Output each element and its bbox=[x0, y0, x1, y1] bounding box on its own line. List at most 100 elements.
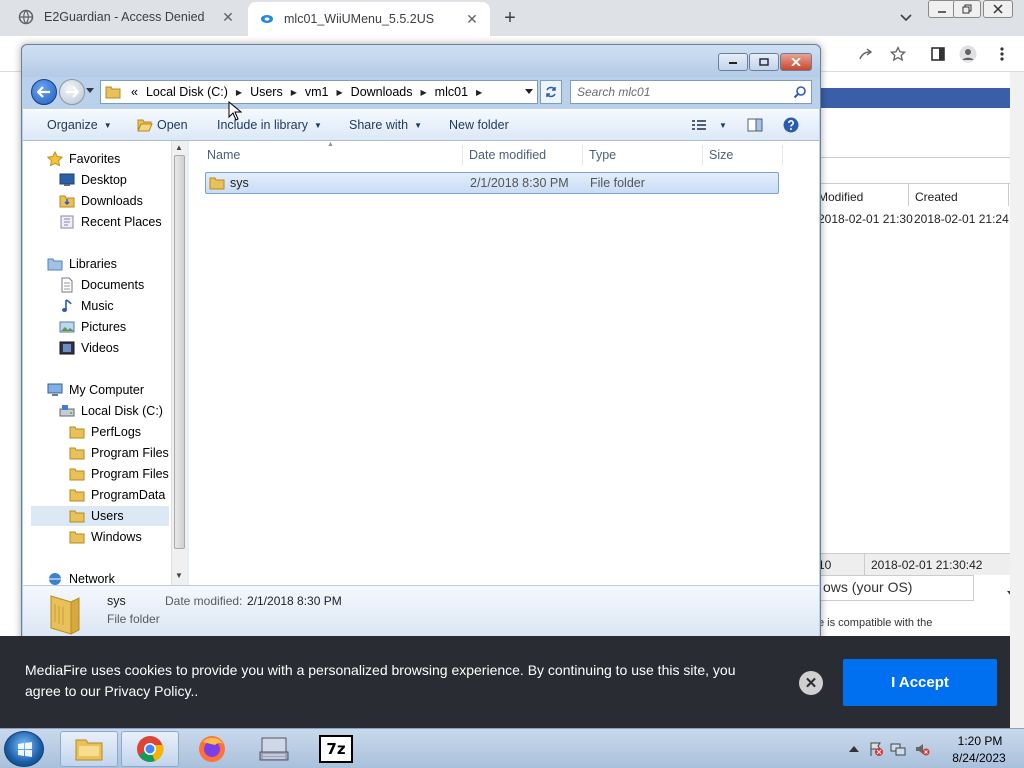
window-title-bar[interactable] bbox=[22, 45, 820, 77]
share-icon[interactable] bbox=[856, 44, 876, 64]
nav-users[interactable]: Users bbox=[31, 506, 169, 526]
7zip-icon: 7z bbox=[319, 735, 353, 763]
column-header-name[interactable]: Name bbox=[201, 145, 463, 165]
nav-recent-places[interactable]: Recent Places bbox=[59, 212, 162, 232]
page-scrollbar[interactable] bbox=[1010, 72, 1024, 732]
tab-mlc01[interactable]: mlc01_WiiUMenu_5.5.2US ✕ bbox=[248, 2, 490, 36]
help-button[interactable] bbox=[783, 117, 799, 133]
nav-documents[interactable]: Documents bbox=[59, 275, 144, 295]
taskbar-7zip[interactable]: 7z bbox=[307, 731, 365, 767]
profile-avatar-icon[interactable] bbox=[958, 44, 978, 64]
nav-label: Downloads bbox=[81, 194, 143, 208]
new-folder-button[interactable]: New folder bbox=[449, 118, 509, 132]
column-header-type[interactable]: Type bbox=[583, 145, 703, 165]
recent-pages-chevron-icon[interactable] bbox=[86, 87, 96, 97]
share-with-button[interactable]: Share with ▼ bbox=[349, 118, 422, 132]
start-button[interactable] bbox=[4, 731, 44, 767]
chevron-right-icon[interactable]: ▶ bbox=[472, 88, 486, 97]
refresh-button[interactable] bbox=[540, 80, 562, 104]
side-panel-icon[interactable] bbox=[928, 44, 948, 64]
minimize-button[interactable] bbox=[718, 53, 748, 71]
kebab-menu-icon[interactable] bbox=[992, 44, 1012, 64]
breadcrumb-vm1[interactable]: vm1 bbox=[301, 85, 333, 99]
chevron-right-icon[interactable]: ▶ bbox=[232, 88, 246, 97]
clock-time[interactable]: 1:20 PM bbox=[950, 734, 1010, 748]
breadcrumb-overflow[interactable]: « bbox=[127, 85, 142, 99]
nav-label: Desktop bbox=[81, 173, 127, 187]
nav-pictures[interactable]: Pictures bbox=[59, 317, 126, 337]
nav-music[interactable]: Music bbox=[59, 296, 114, 316]
bookmark-star-icon[interactable] bbox=[888, 44, 908, 64]
taskbar-firefox[interactable] bbox=[183, 731, 241, 767]
back-button[interactable] bbox=[31, 79, 57, 105]
nav-scrollbar[interactable]: ▲ ▼ bbox=[171, 141, 187, 585]
close-window-button[interactable] bbox=[983, 0, 1013, 18]
nav-windows[interactable]: Windows bbox=[69, 527, 142, 547]
pictures-icon bbox=[59, 319, 75, 335]
tab-e2guardian[interactable]: E2Guardian - Access Denied ✕ bbox=[8, 0, 246, 34]
network-icon bbox=[47, 571, 63, 585]
breadcrumb-mlc01[interactable]: mlc01 bbox=[431, 85, 472, 99]
taskbar-keyboard[interactable] bbox=[245, 731, 303, 767]
scroll-up-arrow-icon[interactable]: ▲ bbox=[175, 143, 183, 152]
folder-open-icon bbox=[137, 119, 153, 132]
taskbar-explorer[interactable] bbox=[60, 731, 118, 767]
restore-window-button[interactable] bbox=[953, 0, 981, 18]
open-button[interactable]: Open bbox=[137, 118, 188, 132]
cookie-close-button[interactable]: ✕ bbox=[799, 671, 823, 695]
accept-cookies-button[interactable]: I Accept bbox=[843, 659, 997, 706]
chevron-right-icon[interactable]: ▶ bbox=[417, 88, 431, 97]
dropdown-arrow-icon[interactable]: ▼ bbox=[719, 121, 727, 130]
column-header-date-modified[interactable]: Date modified bbox=[463, 145, 583, 165]
scroll-down-arrow-icon[interactable]: ▼ bbox=[175, 571, 183, 580]
scroll-thumb[interactable] bbox=[174, 155, 185, 549]
volume-muted-icon[interactable] bbox=[914, 741, 930, 757]
close-icon[interactable]: ✕ bbox=[220, 9, 236, 25]
minimize-window-button[interactable] bbox=[928, 0, 956, 18]
search-icon[interactable] bbox=[793, 85, 807, 99]
nav-downloads[interactable]: Downloads bbox=[59, 191, 143, 211]
close-button[interactable] bbox=[780, 53, 812, 71]
show-hidden-icons-icon[interactable] bbox=[846, 741, 862, 757]
nav-desktop[interactable]: Desktop bbox=[59, 170, 127, 190]
nav-favorites[interactable]: Favorites bbox=[47, 149, 120, 169]
address-bar[interactable]: « Local Disk (C:) ▶ Users ▶ vm1 ▶ Downlo… bbox=[100, 80, 538, 104]
close-icon[interactable]: ✕ bbox=[464, 11, 480, 27]
nav-videos[interactable]: Videos bbox=[59, 338, 119, 358]
address-history-dropdown-icon[interactable] bbox=[525, 87, 533, 96]
forward-button[interactable] bbox=[59, 79, 85, 105]
breadcrumb-local-disk[interactable]: Local Disk (C:) bbox=[142, 85, 232, 99]
file-row-sys[interactable]: sys 2/1/2018 8:30 PM File folder bbox=[205, 172, 779, 194]
clock-date[interactable]: 8/24/2023 bbox=[944, 751, 1014, 765]
nav-local-disk[interactable]: Local Disk (C:) bbox=[59, 401, 163, 421]
search-input[interactable]: Search mlc01 bbox=[570, 80, 812, 104]
action-center-flag-icon[interactable] bbox=[868, 741, 884, 757]
chevron-down-icon[interactable] bbox=[896, 8, 916, 28]
file-date: 2/1/2018 8:30 PM bbox=[470, 176, 569, 190]
column-header-size[interactable]: Size bbox=[703, 145, 783, 165]
organize-button[interactable]: Organize ▼ bbox=[47, 118, 112, 132]
os-select[interactable]: ows (your OS) bbox=[818, 575, 1017, 601]
nav-my-computer[interactable]: My Computer bbox=[47, 380, 144, 400]
nav-program-files[interactable]: Program Files bbox=[69, 443, 169, 463]
cookie-message: MediaFire uses cookies to provide you wi… bbox=[25, 662, 736, 699]
nav-perflogs[interactable]: PerfLogs bbox=[69, 422, 141, 442]
mouse-pointer-icon bbox=[228, 101, 242, 121]
address-row: « Local Disk (C:) ▶ Users ▶ vm1 ▶ Downlo… bbox=[28, 79, 816, 105]
chevron-right-icon[interactable]: ▶ bbox=[287, 88, 301, 97]
change-view-button[interactable]: ▼ bbox=[691, 118, 727, 132]
nav-network[interactable]: Network bbox=[47, 569, 115, 585]
breadcrumb-downloads[interactable]: Downloads bbox=[347, 85, 417, 99]
nav-program-files-x86[interactable]: Program Files ( bbox=[69, 464, 176, 484]
breadcrumb-users[interactable]: Users bbox=[246, 85, 287, 99]
nav-label: Users bbox=[91, 509, 124, 523]
nav-libraries[interactable]: Libraries bbox=[47, 254, 117, 274]
new-tab-button[interactable]: + bbox=[498, 6, 522, 30]
taskbar-chrome[interactable] bbox=[121, 731, 179, 767]
tab-title: E2Guardian - Access Denied bbox=[44, 10, 205, 24]
nav-programdata[interactable]: ProgramData bbox=[69, 485, 165, 505]
preview-pane-button[interactable] bbox=[747, 118, 763, 132]
maximize-button[interactable] bbox=[749, 53, 779, 71]
network-status-icon[interactable] bbox=[890, 741, 906, 757]
chevron-right-icon[interactable]: ▶ bbox=[333, 88, 347, 97]
